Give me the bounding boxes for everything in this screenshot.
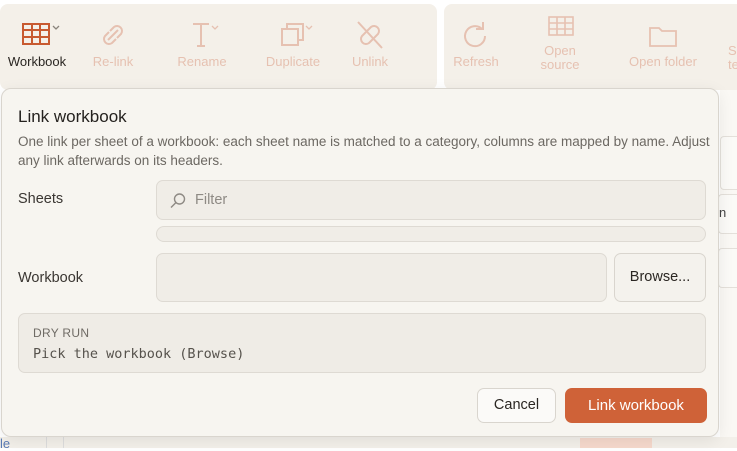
copy-icon — [281, 23, 313, 46]
table-icon — [22, 23, 60, 45]
toolbar-relink-button[interactable]: Re-link — [70, 18, 156, 69]
filter-placeholder: Filter — [195, 192, 228, 208]
background-field-right-3 — [718, 248, 737, 288]
unlink-icon — [357, 21, 383, 49]
toolbar-save-template-button[interactable]: Sa tem — [704, 14, 737, 72]
template-icon — [714, 14, 737, 44]
dry-run-panel: DRY RUN Pick the workbook (Browse) — [18, 313, 706, 373]
toolbar-open-source-label: Open source — [540, 43, 580, 72]
link-workbook-dialog: Link workbook One link per sheet of a wo… — [1, 88, 719, 437]
link-workbook-button[interactable]: Link workbook — [565, 388, 707, 423]
link-icon — [103, 25, 123, 45]
workbook-label: Workbook — [18, 270, 84, 286]
cancel-button[interactable]: Cancel — [477, 388, 556, 423]
sheets-list[interactable] — [156, 226, 706, 242]
background-fragment-left: le — [0, 436, 11, 451]
toolbar-workbook-label: Workbook — [7, 54, 67, 69]
search-icon — [170, 193, 186, 208]
sheets-filter-input[interactable]: Filter — [156, 180, 706, 220]
toolbar-rename-label: Rename — [177, 54, 227, 69]
background-accent-chip — [580, 438, 652, 448]
toolbar-open-source-button[interactable]: Open source — [517, 14, 603, 72]
refresh-icon — [464, 22, 487, 48]
background-fragment-right: n — [719, 205, 727, 220]
text-cursor-icon — [193, 23, 219, 47]
toolbar-workbook-button[interactable]: Workbook — [0, 18, 80, 69]
toolbar-refresh-label: Refresh — [453, 54, 499, 69]
toolbar-unlink-button[interactable]: Unlink — [327, 18, 413, 69]
dialog-description: One link per sheet of a workbook: each s… — [18, 134, 710, 168]
dry-run-message: Pick the workbook (Browse) — [33, 346, 245, 362]
workbook-path-field[interactable] — [156, 253, 607, 302]
toolbar-rename-button[interactable]: Rename — [159, 18, 245, 69]
toolbar-group-source: Refresh Open source Open folder Sa tem — [444, 4, 737, 90]
toolbar-open-folder-button[interactable]: Open folder — [620, 18, 706, 69]
toolbar-duplicate-button[interactable]: Duplicate — [250, 18, 336, 69]
toolbar-unlink-label: Unlink — [351, 54, 389, 69]
folder-icon — [649, 27, 677, 47]
background-field-right — [720, 136, 737, 190]
dialog-title: Link workbook — [18, 107, 127, 126]
toolbar-save-template-label: Sa tem — [728, 43, 737, 72]
toolbar-open-folder-label: Open folder — [629, 54, 697, 69]
background-column-divider — [46, 437, 64, 448]
background-field-right-2: n — [718, 194, 737, 234]
toolbar-relink-label: Re-link — [92, 54, 134, 69]
toolbar-refresh-button[interactable]: Refresh — [433, 18, 519, 69]
toolbar-duplicate-label: Duplicate — [265, 54, 321, 69]
browse-button[interactable]: Browse... — [614, 253, 706, 302]
sheets-label: Sheets — [18, 191, 64, 207]
toolbar-group-workbook: Workbook Re-link Rename Duplicate Unlink — [0, 4, 437, 90]
dry-run-title: DRY RUN — [33, 326, 90, 340]
grid-icon — [548, 16, 574, 36]
